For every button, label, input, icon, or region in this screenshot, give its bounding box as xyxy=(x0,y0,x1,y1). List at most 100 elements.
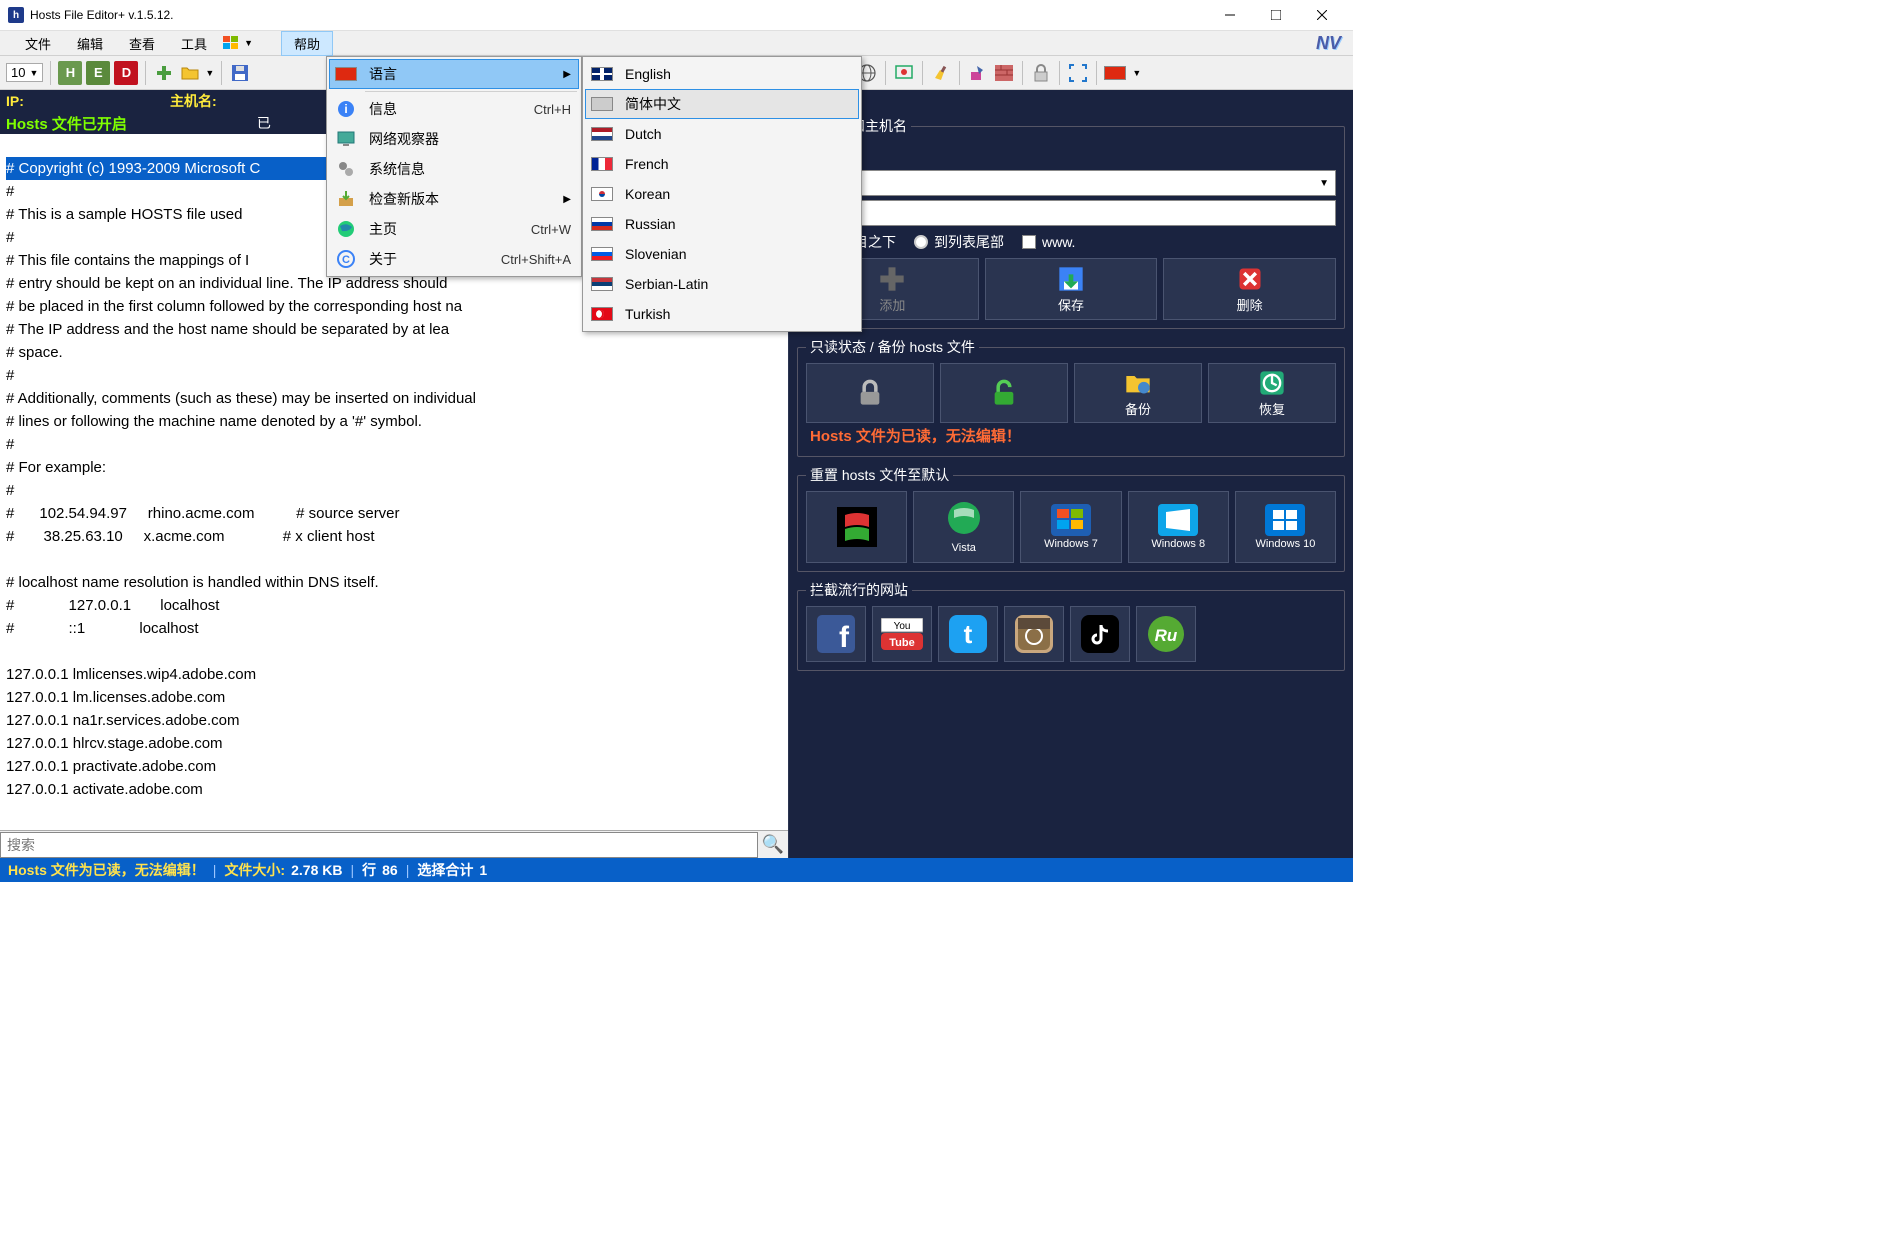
maximize-button[interactable] xyxy=(1253,0,1299,30)
lang-dutch[interactable]: Dutch xyxy=(585,119,859,149)
menu-help[interactable]: 帮助 xyxy=(281,31,333,56)
editor-line[interactable]: # localhost name resolution is handled w… xyxy=(6,574,379,591)
info-icon: i xyxy=(335,98,357,120)
tool-h-button[interactable]: H xyxy=(58,61,82,85)
editor-line[interactable]: # entry should be kept on an individual … xyxy=(6,275,447,292)
fullscreen-icon[interactable] xyxy=(1067,62,1089,84)
editor-line[interactable]: # This file contains the mappings of I xyxy=(6,252,249,269)
menu-about[interactable]: C 关于 Ctrl+Shift+A xyxy=(329,244,579,274)
reset-win8-button[interactable]: Windows 8 xyxy=(1128,491,1229,563)
korea-flag-icon xyxy=(591,187,613,201)
editor-line[interactable]: # For example: xyxy=(6,459,106,476)
block-youtube[interactable]: YouTube xyxy=(872,606,932,662)
editor-line[interactable]: # xyxy=(6,183,14,200)
editor-line[interactable]: # space. xyxy=(6,344,63,361)
search-input[interactable] xyxy=(0,832,758,858)
block-twitter[interactable]: t xyxy=(938,606,998,662)
block-instagram[interactable] xyxy=(1004,606,1064,662)
reset-win10-button[interactable]: Windows 10 xyxy=(1235,491,1336,563)
statusbar: Hosts 文件为已读，无法编辑！ | 文件大小: 2.78 KB | 行 86… xyxy=(0,858,1353,882)
status-selection-label: 选择合计 xyxy=(417,860,473,880)
search-icon[interactable]: 🔍 xyxy=(758,834,788,855)
header-ip: IP: xyxy=(0,93,170,109)
close-button[interactable] xyxy=(1299,0,1345,30)
block-tiktok[interactable] xyxy=(1070,606,1130,662)
tool-d-button[interactable]: D xyxy=(114,61,138,85)
unlock-button[interactable] xyxy=(940,363,1068,423)
delete-button[interactable]: 删除 xyxy=(1163,258,1336,320)
menu-checkupdate[interactable]: 检查新版本 ▶ xyxy=(329,184,579,214)
editor-line[interactable]: # 38.25.63.10 x.acme.com # x client host xyxy=(6,528,375,545)
time-prefix: 已 xyxy=(257,113,271,133)
tool-e-button[interactable]: E xyxy=(86,61,110,85)
menu-file[interactable]: 文件 xyxy=(12,31,64,56)
menu-edit[interactable]: 编辑 xyxy=(64,31,116,56)
status-readonly: Hosts 文件为已读，无法编辑！ xyxy=(8,860,205,880)
menu-home[interactable]: 主页 Ctrl+W xyxy=(329,214,579,244)
ip-combobox[interactable]: 1▼ xyxy=(806,170,1336,196)
editor-line[interactable]: # This is a sample HOSTS file used xyxy=(6,206,242,223)
lang-french[interactable]: French xyxy=(585,149,859,179)
editor-line[interactable]: 127.0.0.1 na1r.services.adobe.com xyxy=(6,712,239,729)
reset-vista-button[interactable]: Vista xyxy=(913,491,1014,563)
chevron-down-icon[interactable]: ▼ xyxy=(1132,68,1141,78)
editor-line[interactable]: 127.0.0.1 lmlicenses.wip4.adobe.com xyxy=(6,666,256,683)
editor-line[interactable]: # be placed in the first column followed… xyxy=(6,298,462,315)
wall-icon[interactable] xyxy=(993,62,1015,84)
editor-line[interactable]: # 127.0.0.1 localhost xyxy=(6,597,219,614)
lang-korean[interactable]: Korean xyxy=(585,179,859,209)
clean-icon[interactable] xyxy=(930,62,952,84)
block-facebook[interactable]: f xyxy=(806,606,866,662)
hostname-input[interactable] xyxy=(806,200,1336,226)
editor-line[interactable]: 127.0.0.1 practivate.adobe.com xyxy=(6,758,216,775)
copyright-icon: C xyxy=(335,248,357,270)
reset-xp-button[interactable] xyxy=(806,491,907,563)
lang-english[interactable]: English xyxy=(585,59,859,89)
add-icon[interactable] xyxy=(153,62,175,84)
lock-button[interactable] xyxy=(806,363,934,423)
restore-button[interactable]: 恢复 xyxy=(1208,363,1336,423)
lock-icon[interactable] xyxy=(1030,62,1052,84)
editor-line[interactable]: # The IP address and the host name shoul… xyxy=(6,321,449,338)
block-rutracker[interactable]: Ru xyxy=(1136,606,1196,662)
windows-flag-icon[interactable] xyxy=(220,32,242,54)
font-size-selector[interactable]: 10▼ xyxy=(6,63,43,82)
menu-view[interactable]: 查看 xyxy=(116,31,168,56)
save-icon[interactable] xyxy=(229,62,251,84)
editor-line[interactable]: # xyxy=(6,229,14,246)
screen-icon[interactable] xyxy=(893,62,915,84)
lang-chinese[interactable]: 简体中文 xyxy=(585,89,859,119)
editor-line[interactable]: 127.0.0.1 hlrcv.stage.adobe.com xyxy=(6,735,223,752)
chevron-down-icon[interactable]: ▼ xyxy=(205,68,214,78)
chevron-down-icon[interactable]: ▼ xyxy=(244,38,253,48)
earth-icon xyxy=(335,218,357,240)
lang-slovenian[interactable]: Slovenian xyxy=(585,239,859,269)
editor-line[interactable]: # lines or following the machine name de… xyxy=(6,413,422,430)
lang-serbian[interactable]: Serbian-Latin xyxy=(585,269,859,299)
china-flag-icon[interactable] xyxy=(1104,66,1126,80)
editor-line[interactable]: 127.0.0.1 activate.adobe.com xyxy=(6,781,203,798)
radio-list-end[interactable]: 到列表尾部 xyxy=(914,232,1004,252)
menu-netwatch[interactable]: 网络观察器 xyxy=(329,124,579,154)
minimize-button[interactable] xyxy=(1207,0,1253,30)
reset-win7-button[interactable]: Windows 7 xyxy=(1020,491,1121,563)
save-button[interactable]: 保存 xyxy=(985,258,1158,320)
lang-turkish[interactable]: Turkish xyxy=(585,299,859,329)
editor-line[interactable]: 127.0.0.1 lm.licenses.adobe.com xyxy=(6,689,225,706)
editor-line[interactable]: # xyxy=(6,482,14,499)
editor-line[interactable]: # xyxy=(6,367,14,384)
menu-language[interactable]: 语言 ▶ xyxy=(329,59,579,89)
menu-sysinfo[interactable]: 系统信息 xyxy=(329,154,579,184)
editor-line[interactable]: # ::1 localhost xyxy=(6,620,199,637)
editor-line[interactable]: # Additionally, comments (such as these)… xyxy=(6,390,476,407)
status-selection: 1 xyxy=(479,862,487,878)
editor-line[interactable]: # xyxy=(6,436,14,453)
checkbox-www[interactable]: www. xyxy=(1022,234,1075,250)
backup-button[interactable]: 备份 xyxy=(1074,363,1202,423)
menu-tools[interactable]: 工具 xyxy=(168,31,220,56)
editor-line[interactable]: # 102.54.94.97 rhino.acme.com # source s… xyxy=(6,505,400,522)
lang-russian[interactable]: Russian xyxy=(585,209,859,239)
folder-open-icon[interactable] xyxy=(179,62,201,84)
menu-info[interactable]: i 信息 Ctrl+H xyxy=(329,94,579,124)
paint-icon[interactable] xyxy=(967,62,989,84)
